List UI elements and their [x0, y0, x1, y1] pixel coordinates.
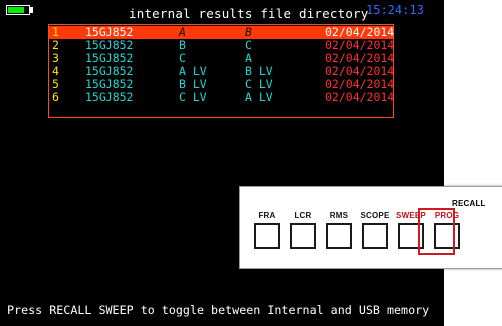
fra-key-button[interactable]	[254, 223, 280, 249]
key-label-rms: RMS	[329, 211, 349, 220]
battery-terminal	[30, 7, 33, 13]
file-date: 02/04/2014	[325, 90, 395, 104]
screen-title: internal results file directory	[129, 6, 369, 21]
key-label-lcr: LCR	[294, 211, 312, 220]
channel-b: A LV	[245, 90, 273, 104]
results-file-table: 1 15GJ852 A B 02/04/2014 2 15GJ852 B C 02/04/2014…	[48, 24, 394, 118]
battery-level-fill	[8, 7, 24, 13]
instrument-screen: internal results file directory 15:24:13…	[0, 0, 444, 326]
clock-readout: 15:24:13	[366, 3, 424, 17]
key-label-prog: PROG	[434, 211, 460, 220]
battery-icon	[6, 5, 30, 15]
file-number: 6	[52, 90, 59, 104]
key-label-fra: FRA	[258, 211, 276, 220]
prog-key-button[interactable]	[434, 223, 460, 249]
channel-a: C LV	[179, 90, 207, 104]
file-identifier: 15GJ852	[85, 90, 134, 104]
status-message: Press RECALL SWEEP to toggle between Int…	[7, 303, 430, 317]
recall-keypad-panel: RECALL FRA LCR RMS SCOPE SWEEP PROG	[239, 186, 502, 269]
sweep-key-button[interactable]	[398, 223, 424, 249]
scope-key-button[interactable]	[362, 223, 388, 249]
file-row[interactable]: 6 15GJ852 C LV A LV 02/04/2014	[49, 90, 395, 104]
key-label-sweep: SWEEP	[396, 211, 426, 220]
rms-key-button[interactable]	[326, 223, 352, 249]
lcr-key-button[interactable]	[290, 223, 316, 249]
recall-group-label: RECALL	[452, 199, 486, 208]
key-label-scope: SCOPE	[360, 211, 390, 220]
